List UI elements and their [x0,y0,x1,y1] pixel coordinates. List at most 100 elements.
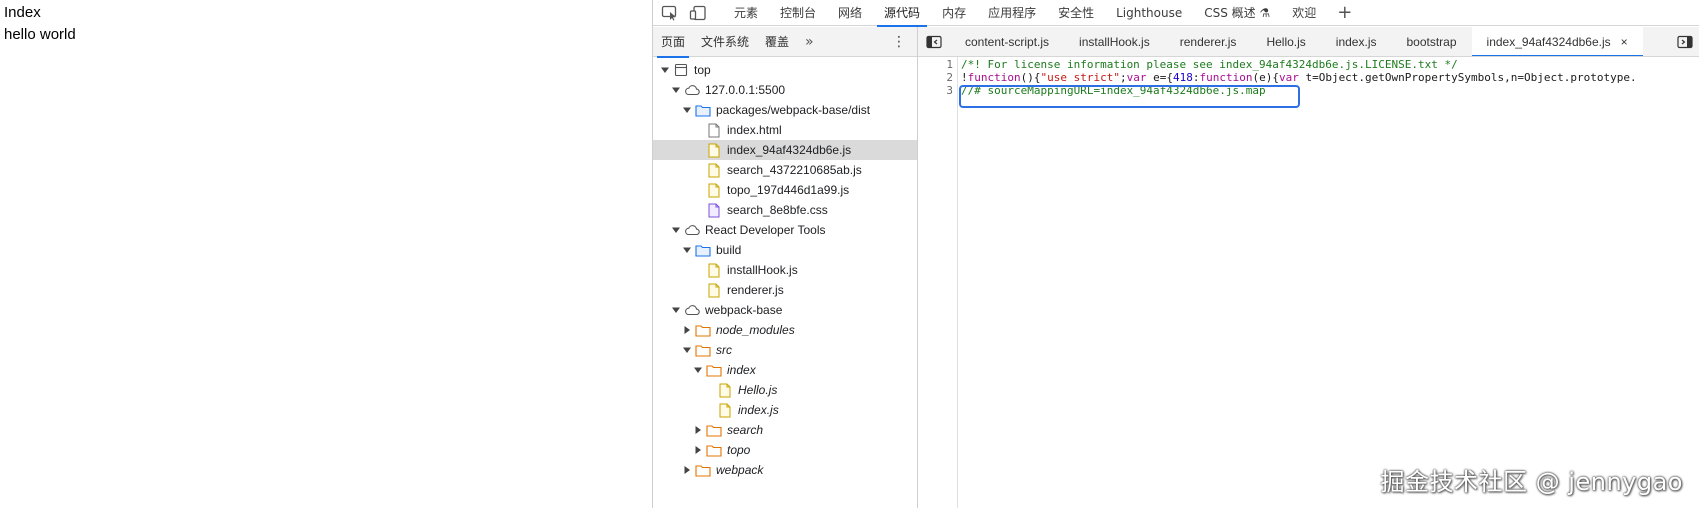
editor-tab[interactable]: installHook.js [1064,27,1165,56]
cloud-icon [684,222,700,238]
tab-network[interactable]: 网络 [827,0,873,26]
more-tools-plus-icon[interactable]: + [1327,2,1362,23]
tree-item[interactable]: installHook.js [653,260,917,280]
toggle-debugger-icon[interactable] [1676,33,1694,51]
device-toolbar-icon[interactable] [687,2,709,24]
tree-item[interactable]: search_4372210685ab.js [653,160,917,180]
tree-item-label: index_94af4324db6e.js [727,143,852,157]
tree-item[interactable]: React Developer Tools [653,220,917,240]
close-tab-icon[interactable]: × [1621,35,1628,49]
folder-blue-icon [695,242,711,258]
tab-overrides[interactable]: 覆盖 [757,27,797,57]
tree-item[interactable]: top [653,60,917,80]
js-file-icon [706,262,722,278]
tree-item[interactable]: index_94af4324db6e.js [653,140,917,160]
tree-item[interactable]: node_modules [653,320,917,340]
tab-page[interactable]: 页面 [653,27,693,58]
collapse-triangle-icon[interactable] [681,324,693,336]
line-number-gutter: 1 2 3 [918,57,958,508]
tree-item[interactable]: Hello.js [653,380,917,400]
code-content[interactable]: /*! For license information please see i… [960,58,1699,508]
line-number[interactable]: 2 [918,71,957,84]
tab-application[interactable]: 应用程序 [977,0,1047,26]
code-comment: /*! For license information please see i… [961,58,1458,71]
tab-css-overview[interactable]: CSS 概述 ⚗ [1193,0,1281,26]
tab-security[interactable]: 安全性 [1047,0,1105,26]
tree-item-label: renderer.js [727,283,784,297]
folder-orange-icon [706,442,722,458]
expand-triangle-icon[interactable] [681,104,693,116]
tree-item-label: 127.0.0.1:5500 [705,83,786,97]
tab-memory[interactable]: 内存 [931,0,977,26]
tree-item[interactable]: search_8e8bfe.css [653,200,917,220]
expand-triangle-icon[interactable] [681,244,693,256]
tree-item[interactable]: index [653,360,917,380]
editor-tab-list: content-script.js installHook.js renderer.… [950,27,1643,56]
tree-item-label: search [727,423,764,437]
line-number[interactable]: 3 [918,84,957,97]
tree-item[interactable]: packages/webpack-base/dist [653,100,917,120]
tree-item[interactable]: index.html [653,120,917,140]
editor-tab[interactable]: renderer.js [1165,27,1252,56]
cloud-icon [684,82,700,98]
navigator-menu-icon[interactable]: ⋮ [892,34,907,50]
editor-tab[interactable]: index_94af4324db6e.js × [1471,27,1643,56]
js-file-icon [706,162,722,178]
expand-triangle-icon[interactable] [659,64,671,76]
inspected-page: Index hello world [0,0,652,508]
folder-orange-icon [695,342,711,358]
tree-item[interactable]: webpack-base [653,300,917,320]
tab-console[interactable]: 控制台 [769,0,827,26]
js-file-icon [717,382,733,398]
tree-item[interactable]: index.js [653,400,917,420]
editor-tab-label: index_94af4324db6e.js [1486,34,1611,49]
tab-welcome[interactable]: 欢迎 [1281,0,1327,26]
tab-lighthouse[interactable]: Lighthouse [1105,0,1193,26]
expand-triangle-icon[interactable] [670,224,682,236]
tree-item[interactable]: search [653,420,917,440]
editor-tab-label: installHook.js [1079,34,1150,49]
folder-orange-icon [706,362,722,378]
tree-item[interactable]: renderer.js [653,280,917,300]
toggle-navigator-icon[interactable] [918,27,950,56]
expand-triangle-icon[interactable] [681,344,693,356]
editor-tab[interactable]: Hello.js [1251,27,1320,56]
code-token: function [1199,71,1253,84]
code-token: var [1278,71,1299,84]
editor-tab[interactable]: content-script.js [950,27,1064,56]
editor-tab[interactable]: index.js [1321,27,1392,56]
tab-filesystem[interactable]: 文件系统 [693,27,757,57]
js-file-icon [706,142,722,158]
tab-sources[interactable]: 源代码 [873,0,931,27]
page-heading: Index [4,4,41,21]
frame-icon [673,62,689,78]
tree-item[interactable]: topo_197d446d1a99.js [653,180,917,200]
expand-triangle-icon[interactable] [670,304,682,316]
tree-item[interactable]: 127.0.0.1:5500 [653,80,917,100]
tree-item-label: webpack [716,463,764,477]
expand-triangle-icon[interactable] [670,84,682,96]
tab-elements[interactable]: 元素 [723,0,769,26]
folder-blue-icon [695,102,711,118]
collapse-triangle-icon[interactable] [681,464,693,476]
more-tabs-chevron-icon[interactable]: » [797,27,822,57]
editor-tab[interactable]: bootstrap [1391,27,1471,56]
tree-item-label: node_modules [716,323,795,337]
expand-triangle-icon[interactable] [692,364,704,376]
tree-item[interactable]: src [653,340,917,360]
tree-item[interactable]: build [653,240,917,260]
js-file-icon [717,402,733,418]
editor-tab-label: index.js [1335,34,1377,49]
tree-item[interactable]: topo [653,440,917,460]
tree-item[interactable]: webpack [653,460,917,480]
collapse-triangle-icon[interactable] [692,424,704,436]
line-number[interactable]: 1 [918,58,957,71]
inspect-element-icon[interactable] [659,2,681,24]
collapse-triangle-icon[interactable] [692,444,704,456]
